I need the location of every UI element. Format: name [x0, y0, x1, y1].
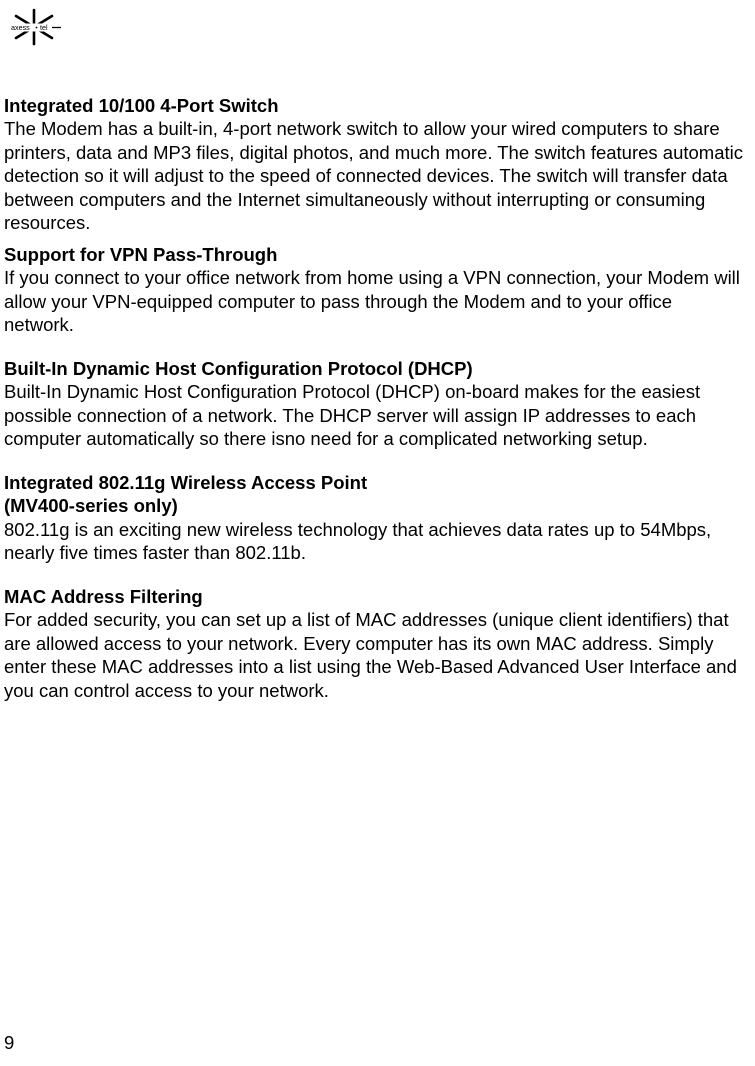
section-heading: Support for VPN Pass-Through — [4, 243, 747, 266]
section-switch: Integrated 10/100 4-Port Switch The Mode… — [4, 94, 747, 235]
section-body: Built-In Dynamic Host Configuration Prot… — [4, 380, 747, 450]
svg-text:tel: tel — [40, 23, 48, 32]
section-vpn: Support for VPN Pass-Through If you conn… — [4, 243, 747, 337]
section-body: For added security, you can set up a lis… — [4, 608, 747, 702]
section-body: The Modem has a built-in, 4-port network… — [4, 117, 747, 234]
brand-logo: axess tel — [6, 8, 755, 46]
document-content: Integrated 10/100 4-Port Switch The Mode… — [4, 94, 755, 702]
section-mac: MAC Address Filtering For added security… — [4, 585, 747, 702]
section-heading: MAC Address Filtering — [4, 585, 747, 608]
section-body: 802.11g is an exciting new wireless tech… — [4, 518, 747, 565]
section-dhcp: Built-In Dynamic Host Configuration Prot… — [4, 357, 747, 451]
page-number: 9 — [4, 1031, 14, 1054]
svg-text:axess: axess — [11, 23, 30, 32]
section-heading: Integrated 802.11g Wireless Access Point — [4, 471, 747, 494]
section-heading: Integrated 10/100 4-Port Switch — [4, 94, 747, 117]
section-subheading: (MV400-series only) — [4, 494, 747, 517]
section-body: If you connect to your office network fr… — [4, 266, 747, 336]
section-wireless: Integrated 802.11g Wireless Access Point… — [4, 471, 747, 565]
section-heading: Built-In Dynamic Host Configuration Prot… — [4, 357, 747, 380]
